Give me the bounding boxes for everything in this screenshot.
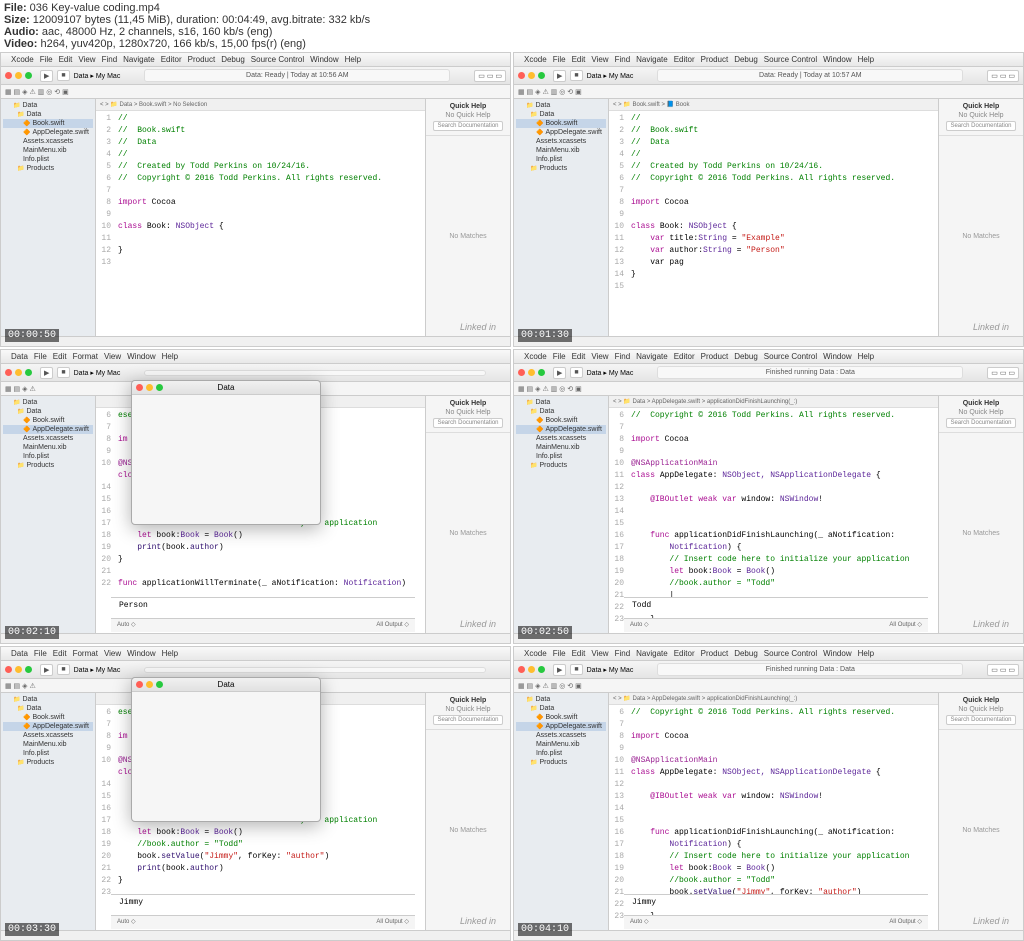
run-button[interactable]: ▶: [40, 70, 53, 82]
menubar[interactable]: XcodeFileEditViewFindNavigateEditorProdu…: [514, 53, 1023, 67]
frame-6: XcodeFileEditViewFindNavigateEditorProdu…: [513, 646, 1024, 941]
file-infoplist: Info.plist: [3, 155, 93, 164]
app-window-popup[interactable]: Data: [131, 677, 321, 822]
app-window-popup[interactable]: Data: [131, 380, 321, 525]
console-output: Jimmy: [111, 894, 415, 912]
file-book: Book.swift: [3, 119, 93, 128]
frame-3: DataFileEditFormatViewWindowHelp ▶■ Data…: [0, 349, 511, 644]
project-navigator[interactable]: Data Data Book.swift AppDelegate.swift A…: [1, 396, 96, 633]
run-button[interactable]: ▶: [553, 70, 566, 82]
project-root: Data: [3, 101, 93, 110]
menubar[interactable]: DataFileEditFormatViewWindowHelp: [1, 350, 510, 364]
status-bar: Data: Ready | Today at 10:56 AM: [144, 69, 450, 82]
timestamp: 00:00:50: [5, 329, 59, 342]
jump-bar[interactable]: < > 📁 Data > Book.swift > No Selection: [96, 99, 425, 111]
folder-products: Products: [3, 164, 93, 173]
stop-button[interactable]: ■: [57, 70, 69, 81]
search-doc-button[interactable]: Search Documentation: [433, 121, 502, 131]
frame-4: XcodeFileEditViewFindNavigateEditorProdu…: [513, 349, 1024, 644]
watermark: Linked in: [460, 322, 496, 332]
navigator-tabs[interactable]: ▦ ▤ ◈ ⚠ ▥ ◎ ⟲ ▣: [1, 85, 510, 99]
scheme-selector[interactable]: Data ▸ My Mac: [74, 72, 121, 80]
frame-2: XcodeFileEditViewFindNavigateEditorProdu…: [513, 52, 1024, 347]
console-output: Person: [111, 597, 415, 615]
file-appdelegate: AppDelegate.swift: [3, 128, 93, 137]
project-navigator[interactable]: Data Data Book.swift AppDelegate.swift A…: [1, 99, 96, 336]
console-output: Todd: [624, 597, 928, 615]
console-output: Jimmy: [624, 894, 928, 912]
inspector-panel: Quick HelpNo Quick HelpSearch Documentat…: [425, 99, 510, 336]
stop-button[interactable]: ■: [570, 70, 582, 81]
toolbar: ▶ ■ Data ▸ My Mac Data: Ready | Today at…: [1, 67, 510, 85]
project-navigator[interactable]: Data Data Book.swift AppDelegate.swift A…: [514, 99, 609, 336]
file-assets: Assets.xcassets: [3, 137, 93, 146]
code-editor[interactable]: 12345678910111213 // // Book.swift // Da…: [96, 111, 425, 336]
code-editor[interactable]: 123456789101112131415 // // Book.swift /…: [609, 111, 938, 336]
file-info-header: File: 036 Key-value coding.mp4 Size: 120…: [0, 0, 1024, 52]
file-mainmenu: MainMenu.xib: [3, 146, 93, 155]
frame-5: DataFileEditFormatViewWindowHelp ▶■ Data…: [0, 646, 511, 941]
panel-toggles[interactable]: ▭ ▭ ▭: [474, 70, 506, 82]
menubar[interactable]: XcodeFileEditViewFindNavigateEditorProdu…: [1, 53, 510, 67]
frame-1: XcodeFileEditViewFindNavigateEditorProdu…: [0, 52, 511, 347]
